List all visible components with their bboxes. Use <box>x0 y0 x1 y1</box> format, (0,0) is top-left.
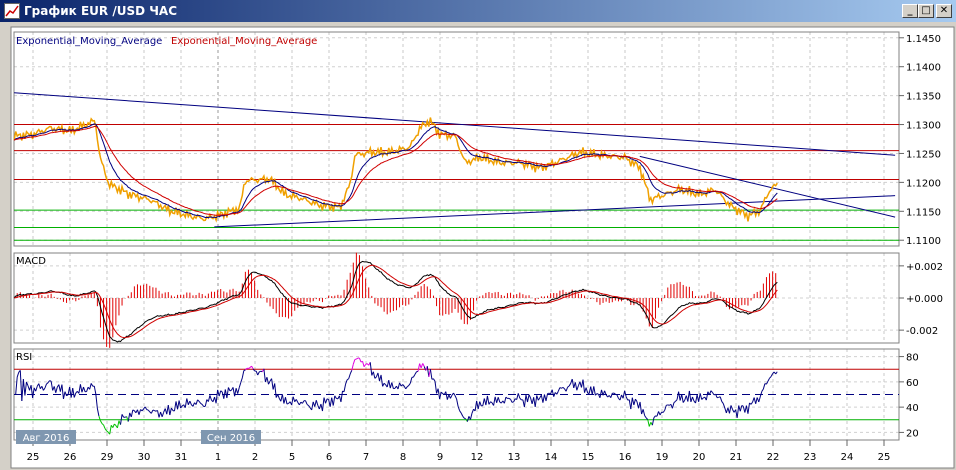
rsi-segment <box>667 404 670 406</box>
rsi-segment <box>259 370 262 373</box>
y-tick-label: 1.1350 <box>906 92 941 103</box>
x-tick-label: 23 <box>804 452 817 463</box>
y-tick-label: 1.1100 <box>906 236 941 247</box>
rsi-segment <box>152 409 155 412</box>
y-tick-label: 1.1150 <box>906 207 941 218</box>
y-tick-label: 80 <box>906 353 919 364</box>
x-tick-label: 14 <box>545 452 558 463</box>
x-tick-label: 2 <box>252 452 258 463</box>
rsi-segment <box>229 389 232 392</box>
legend-ema-1: Exponential_Moving_Average <box>16 36 162 47</box>
legend-ema-2: Exponential_Moving_Average <box>171 36 317 47</box>
x-tick-label: 25 <box>878 452 891 463</box>
chart-area[interactable]: 25 26 29 30 31 1 2 5 6 7 8 9 12 13 14 15 16 19 20 21 22 23 24 2… <box>0 0 956 470</box>
y-tick-label: 1.1450 <box>906 34 941 45</box>
close-button[interactable]: ✕ <box>936 4 952 18</box>
x-tick-label: 7 <box>363 452 369 463</box>
x-tick-label: 24 <box>841 452 854 463</box>
x-tick-label: 26 <box>64 452 77 463</box>
x-tick-label: 22 <box>767 452 780 463</box>
y-tick-label: 1.1300 <box>906 121 941 132</box>
x-tick-label: 30 <box>138 452 151 463</box>
x-tick-label: 31 <box>175 452 188 463</box>
y-tick-label: 1.1250 <box>906 149 941 160</box>
y-tick-label: +0.000 <box>906 294 943 305</box>
rsi-segment <box>615 393 618 396</box>
month-label: Сен 2016 <box>207 433 255 444</box>
rsi-title: RSI <box>16 352 32 363</box>
x-tick-label: 21 <box>730 452 743 463</box>
rsi-segment <box>666 404 668 406</box>
x-tick-label: 19 <box>656 452 669 463</box>
x-tick-label: 1 <box>215 452 221 463</box>
x-tick-label: 12 <box>471 452 484 463</box>
x-tick-label: 29 <box>101 452 114 463</box>
y-tick-label: 1.1400 <box>906 63 941 74</box>
rsi-segment <box>154 410 157 412</box>
x-tick-label: 13 <box>508 452 521 463</box>
y-tick-label: 20 <box>906 428 919 439</box>
rsi-segment <box>354 358 357 361</box>
y-tick-label: +0.002 <box>906 262 943 273</box>
minimize-button[interactable]: _ <box>902 4 918 18</box>
window-title: График EUR /USD ЧАС <box>24 4 178 18</box>
rsi-segment <box>49 380 52 382</box>
y-tick-label: -0.002 <box>906 326 938 337</box>
macd-title: MACD <box>16 256 46 267</box>
y-tick-label: 1.1200 <box>906 178 941 189</box>
rsi-segment <box>326 398 329 400</box>
x-tick-label: 20 <box>693 452 706 463</box>
x-tick-label: 8 <box>400 452 406 463</box>
y-tick-label: 60 <box>906 378 919 389</box>
maximize-button[interactable]: □ <box>918 4 934 18</box>
rsi-segment <box>511 401 514 403</box>
x-tick-label: 15 <box>582 452 595 463</box>
x-tick-label: 5 <box>289 452 295 463</box>
chart-background <box>10 26 955 469</box>
rsi-segment <box>132 409 135 412</box>
x-tick-label: 25 <box>27 452 40 463</box>
y-tick-label: 40 <box>906 403 919 414</box>
x-tick-label: 6 <box>326 452 332 463</box>
rsi-segment <box>286 402 289 405</box>
x-tick-label: 16 <box>619 452 632 463</box>
title-bar[interactable]: График EUR /USD ЧАС _ □ ✕ <box>0 0 956 22</box>
month-label: Авг 2016 <box>23 433 70 444</box>
x-tick-label: 9 <box>437 452 443 463</box>
rsi-segment <box>243 369 246 372</box>
chart-app-icon <box>4 3 20 19</box>
